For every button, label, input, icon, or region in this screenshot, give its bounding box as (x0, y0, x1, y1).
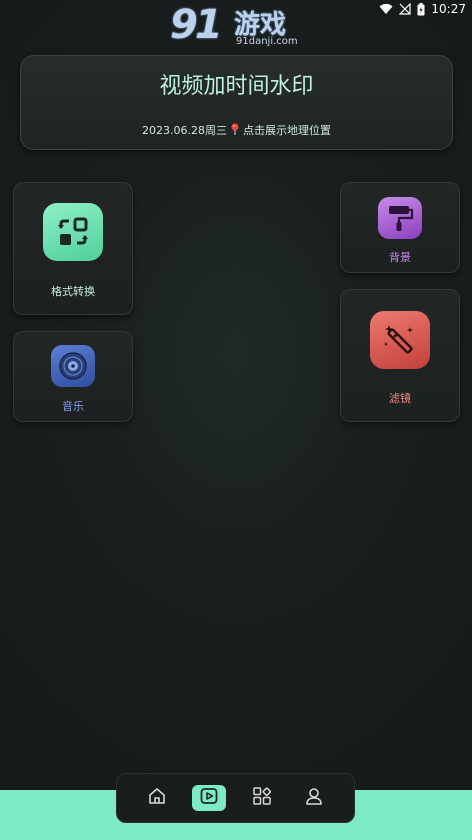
apps-grid-icon (252, 786, 272, 810)
format-convert-card[interactable]: 格式转换 (13, 182, 133, 315)
status-bar: 91 游戏 91danji.com 10:27 (0, 0, 472, 48)
filter-label: 滤镜 (389, 392, 411, 405)
nav-item-home[interactable] (140, 785, 174, 811)
music-disc-icon (51, 345, 95, 387)
date-text: 2023.06.28周三 (142, 124, 227, 137)
battery-icon (417, 2, 425, 16)
clock-time: 10:27 (431, 2, 466, 16)
music-label: 音乐 (62, 400, 84, 413)
background-card[interactable]: 背景 (340, 182, 460, 273)
background-label: 背景 (389, 251, 411, 264)
paint-roller-icon (378, 197, 422, 239)
home-icon (147, 786, 167, 810)
wifi-icon (379, 3, 393, 15)
logo-url: 91danji.com (236, 36, 298, 47)
magic-wand-icon (370, 311, 430, 369)
format-convert-icon (43, 203, 103, 261)
nav-item-profile[interactable] (297, 785, 331, 811)
date-location-row[interactable]: 2023.06.28周三 点击展示地理位置 (21, 122, 452, 138)
user-icon (304, 786, 324, 810)
page-title: 视频加时间水印 (159, 74, 314, 99)
video-play-icon (199, 786, 219, 810)
format-convert-label: 格式转换 (51, 285, 95, 298)
no-signal-icon (399, 3, 412, 15)
location-prompt[interactable]: 点击展示地理位置 (243, 122, 331, 138)
filter-card[interactable]: 滤镜 (340, 289, 460, 422)
logo-number: 91 (170, 2, 223, 48)
nav-item-video[interactable] (192, 785, 227, 811)
header-card[interactable]: 视频加时间水印 2023.06.28周三 点击展示地理位置 (20, 55, 453, 150)
bottom-nav (116, 773, 355, 823)
nav-item-apps[interactable] (245, 785, 279, 811)
site-logo: 91 游戏 91danji.com (170, 2, 310, 52)
music-card[interactable]: 音乐 (13, 331, 133, 422)
location-pin-icon (230, 122, 240, 138)
